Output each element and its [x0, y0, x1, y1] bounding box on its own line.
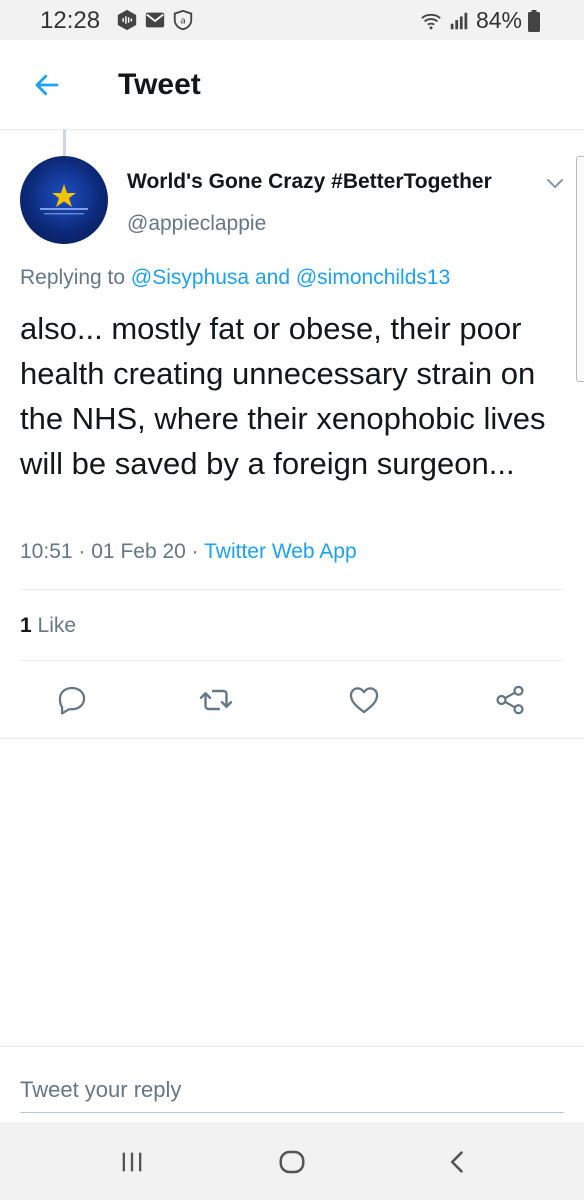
- page-title: Tweet: [118, 68, 201, 101]
- tweet-actions: [0, 680, 584, 720]
- divider: [20, 589, 564, 590]
- tweet-text: also... mostly fat or obese, their poor …: [20, 311, 546, 481]
- reply-button[interactable]: [52, 680, 92, 720]
- system-nav-bar: [0, 1122, 584, 1200]
- home-icon: [279, 1150, 305, 1174]
- tweet-meta: 10:51 · 01 Feb 20 · Twitter Web App: [20, 540, 357, 564]
- mention-link-2[interactable]: @simonchilds13: [296, 266, 450, 289]
- status-notification-icons: a: [116, 9, 194, 31]
- tweet-date: 01 Feb 20: [91, 540, 186, 563]
- mention-link-1[interactable]: @Sisyphusa: [131, 266, 249, 289]
- home-button[interactable]: [272, 1142, 312, 1182]
- like-count-number: 1: [20, 614, 32, 637]
- status-bar: 12:28 a 84%: [0, 0, 584, 40]
- mail-notification-icon: [145, 12, 165, 28]
- thread-connector-line: [63, 130, 66, 156]
- app-header: Tweet: [0, 40, 584, 130]
- retweet-button[interactable]: [196, 680, 236, 720]
- app-notification-icon: a: [173, 9, 193, 31]
- system-back-button[interactable]: [438, 1142, 478, 1182]
- heart-icon: [349, 687, 379, 714]
- author-handle[interactable]: @appieclappie: [127, 212, 266, 236]
- scrollbar[interactable]: [576, 156, 584, 382]
- arrow-left-icon: [35, 74, 59, 96]
- battery-icon: [528, 9, 540, 32]
- chevron-down-icon: [547, 179, 563, 188]
- reply-input[interactable]: [20, 1067, 564, 1113]
- share-button[interactable]: [490, 680, 530, 720]
- signal-icon: [450, 12, 468, 29]
- avatar[interactable]: [20, 156, 108, 244]
- author-name[interactable]: World's Gone Crazy #BetterTogether: [127, 170, 492, 194]
- svg-text:a: a: [180, 16, 186, 27]
- tweet-time: 10:51: [20, 540, 73, 563]
- recent-apps-icon: [122, 1152, 142, 1172]
- avatar-image: [40, 184, 88, 215]
- meta-separator: ·: [191, 540, 199, 563]
- replying-to-line: Replying to @Sisyphusa and @simonchilds1…: [20, 266, 450, 290]
- wifi-icon: [421, 13, 441, 29]
- share-icon: [496, 685, 524, 715]
- tweet-options-button[interactable]: [540, 168, 570, 198]
- likes-count[interactable]: 1 Like: [20, 614, 76, 638]
- chevron-left-icon: [450, 1151, 463, 1173]
- battery-percent: 84%: [475, 7, 522, 33]
- status-system-icons: 84%: [420, 7, 540, 34]
- divider: [0, 738, 584, 739]
- reply-composer: [0, 1046, 584, 1122]
- replying-and[interactable]: and: [255, 266, 290, 289]
- retweet-icon: [199, 689, 233, 711]
- tweet-source[interactable]: Twitter Web App: [204, 540, 357, 563]
- like-count-label: Like: [37, 614, 77, 637]
- back-button[interactable]: [24, 62, 70, 108]
- screen: 12:28 a 84% Tweet World's Gone Crazy #Be…: [0, 0, 584, 1200]
- replying-prefix: Replying to: [20, 266, 126, 289]
- reply-icon: [58, 686, 86, 715]
- podcast-notification-icon: [117, 9, 137, 31]
- meta-separator: ·: [78, 540, 86, 563]
- recent-apps-button[interactable]: [112, 1142, 152, 1182]
- like-button[interactable]: [344, 680, 384, 720]
- divider: [20, 660, 564, 661]
- status-time: 12:28: [40, 7, 101, 34]
